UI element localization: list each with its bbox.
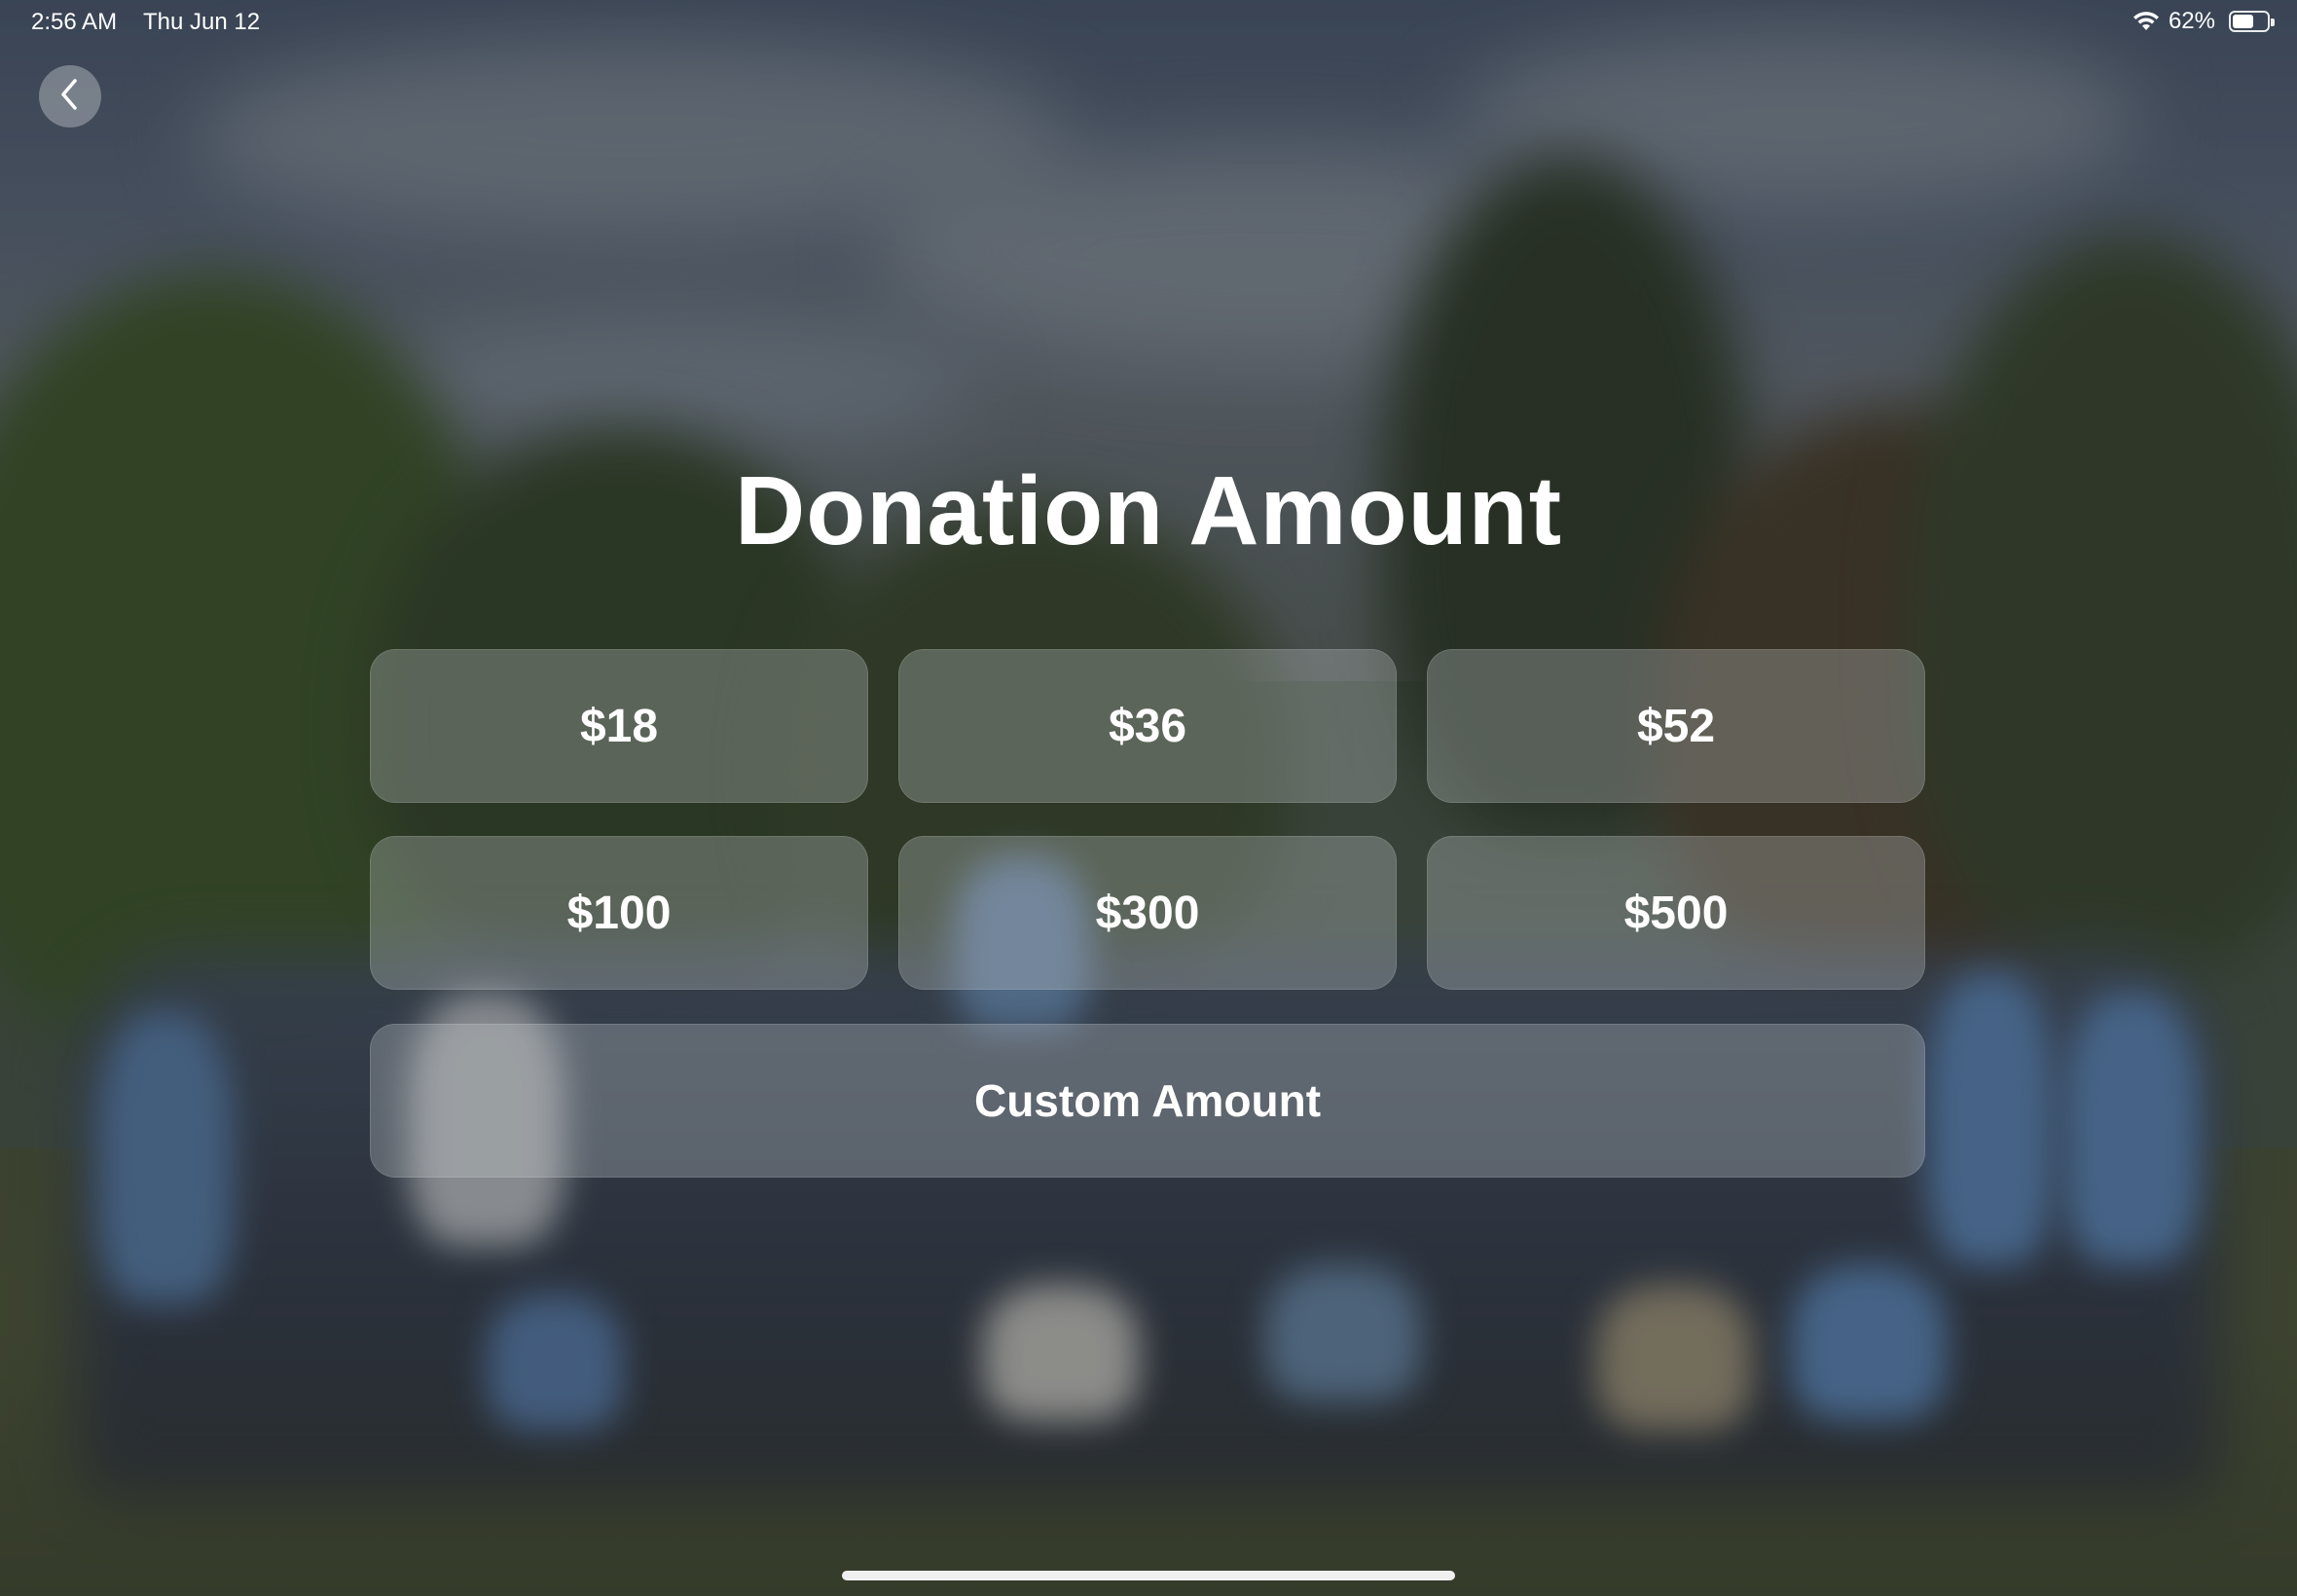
battery-percent: 62% [2168,8,2215,34]
amount-button-300[interactable]: $300 [898,836,1397,990]
home-indicator[interactable] [842,1571,1455,1580]
chevron-left-icon [56,77,84,116]
amount-button-18[interactable]: $18 [370,649,868,803]
status-indicators: 62% [2132,8,2275,35]
donation-screen: 2:56 AM Thu Jun 12 62% Donation Amount $… [0,0,2297,1596]
status-bar: 2:56 AM Thu Jun 12 62% [0,0,2297,47]
amount-button-500[interactable]: $500 [1427,836,1925,990]
amount-button-100[interactable]: $100 [370,836,868,990]
wifi-icon [2132,11,2161,32]
amount-button-52[interactable]: $52 [1427,649,1925,803]
status-time: 2:56 AM [31,9,118,35]
custom-amount-button[interactable]: Custom Amount [370,1024,1925,1178]
back-button[interactable] [39,65,101,127]
status-date: Thu Jun 12 [143,9,261,35]
page-title: Donation Amount [734,456,1562,565]
amount-button-36[interactable]: $36 [898,649,1397,803]
battery-icon [2229,11,2275,32]
